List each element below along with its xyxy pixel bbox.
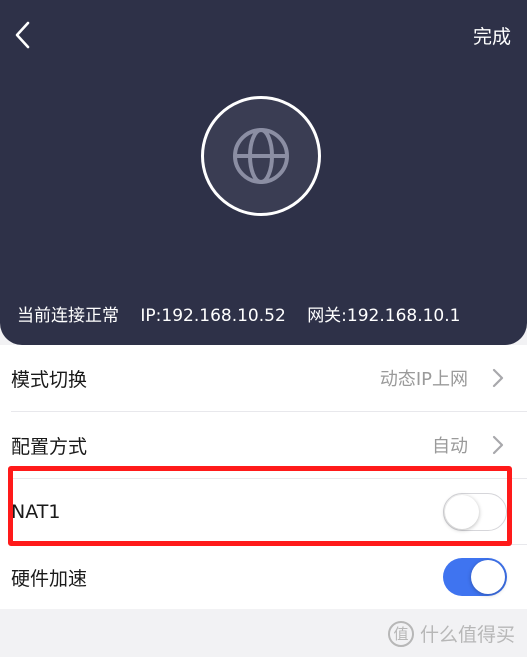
- mode-switch-label: 模式切换: [11, 368, 88, 391]
- back-button[interactable]: [6, 18, 40, 52]
- hardware-acceleration-row: 硬件加速: [0, 544, 527, 610]
- network-status-circle: [201, 96, 321, 216]
- nat1-row: NAT1: [0, 479, 527, 545]
- config-method-value: 自动: [432, 436, 468, 457]
- connection-status: 当前连接正常 IP:192.168.10.52 网关:192.168.10.1: [17, 301, 476, 326]
- hardware-acceleration-toggle[interactable]: [443, 558, 507, 596]
- toggle-knob: [471, 560, 505, 594]
- hardware-acceleration-label: 硬件加速: [11, 567, 88, 590]
- network-header: 完成 当前连接正常 IP:192.168.10.52 网关:192.168.10…: [0, 0, 527, 345]
- mode-switch-value: 动态IP上网: [379, 369, 468, 390]
- config-method-label: 配置方式: [11, 435, 88, 458]
- gateway-text: 网关:192.168.10.1: [307, 306, 461, 326]
- nat1-toggle[interactable]: [443, 493, 507, 531]
- watermark: 值 什么值得买: [387, 620, 515, 647]
- ip-address-text: IP:192.168.10.52: [140, 306, 286, 326]
- globe-icon: [233, 128, 289, 184]
- mode-switch-row[interactable]: 模式切换 动态IP上网: [0, 345, 527, 411]
- config-method-row[interactable]: 配置方式 自动: [0, 412, 527, 478]
- chevron-right-icon: [491, 367, 505, 389]
- done-button[interactable]: 完成: [473, 22, 511, 49]
- watermark-logo: 值: [387, 620, 414, 647]
- toggle-knob: [445, 495, 479, 529]
- chevron-right-icon: [491, 434, 505, 456]
- chevron-left-icon: [15, 21, 30, 49]
- connection-state-text: 当前连接正常: [17, 306, 119, 326]
- nat1-label: NAT1: [11, 501, 61, 523]
- settings-list: 模式切换 动态IP上网 配置方式 自动 NAT1 硬件加速: [0, 345, 527, 609]
- watermark-text: 什么值得买: [419, 624, 515, 646]
